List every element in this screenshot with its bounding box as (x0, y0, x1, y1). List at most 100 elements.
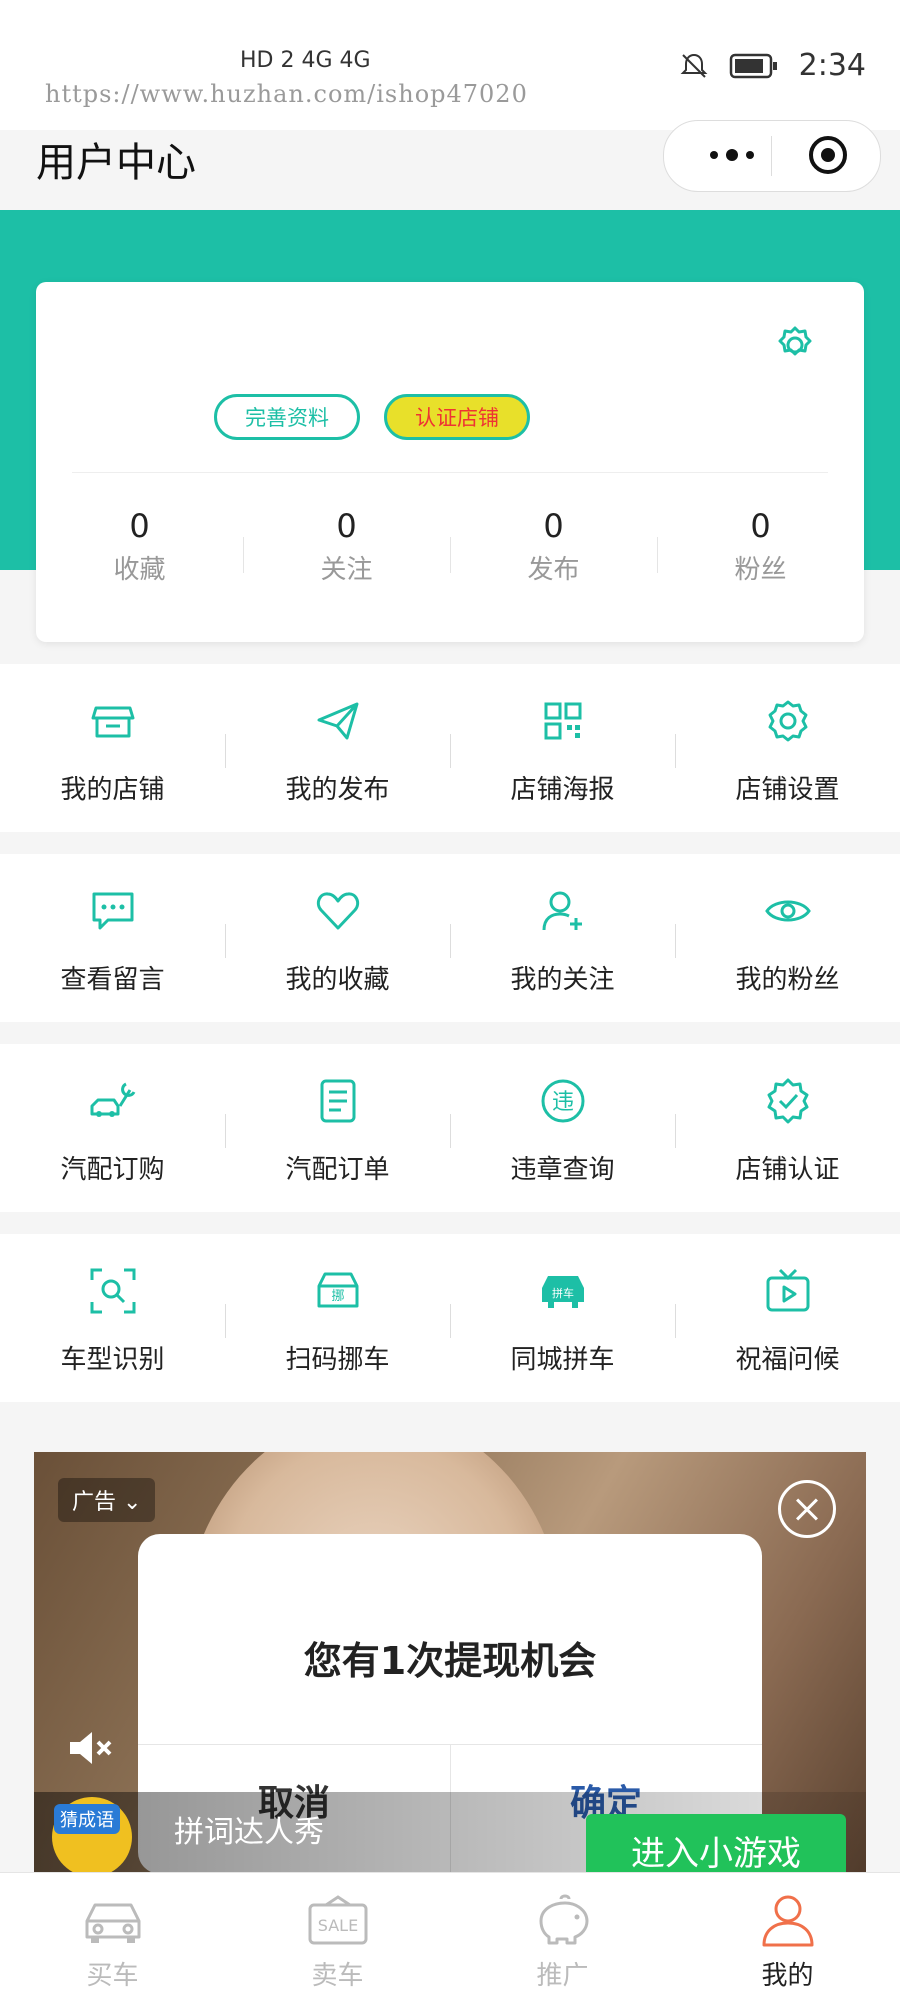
violation-icon: 违 (541, 1079, 584, 1123)
menu-my-fans[interactable]: 我的粉丝 (675, 854, 900, 1022)
stat-label: 粉丝 (734, 555, 787, 585)
tab-sell-car[interactable]: SALE 卖车 (225, 1873, 450, 2001)
tab-label: 买车 (86, 1961, 139, 1991)
watermark: https://www.huzhan.com/ishop47020 (45, 80, 528, 108)
bottom-tab-bar: 买车 SALE 卖车 推广 我的 (0, 1872, 900, 2001)
svg-text:违: 违 (551, 1090, 573, 1115)
car-repair-icon (90, 1082, 135, 1117)
menu-shop-poster[interactable]: 店铺海报 (450, 664, 675, 832)
stat-following[interactable]: 0 关注 (243, 507, 450, 586)
scan-search-icon (90, 1268, 135, 1314)
status-right: 2:34 (679, 48, 866, 83)
card-divider (72, 472, 828, 473)
menu-label: 汽配订单 (285, 1155, 390, 1185)
menu-parts-orders-list[interactable]: 汽配订单 (225, 1044, 450, 1212)
verify-shop-button[interactable]: 认证店铺 (384, 394, 530, 440)
settings-gear-icon[interactable] (772, 322, 818, 368)
mini-program-capsule (663, 120, 881, 192)
tab-label: 卖车 (311, 1961, 364, 1991)
menu-label: 我的关注 (510, 965, 615, 995)
close-mini-program-icon[interactable] (809, 136, 847, 174)
menu-shop-settings[interactable]: 店铺设置 (675, 664, 900, 832)
status-bar: HD 2 4G 4G 2:34 (0, 0, 900, 130)
menu-label: 汽配订购 (60, 1155, 165, 1185)
tab-promote[interactable]: 推广 (450, 1873, 675, 2001)
stat-value: 0 (129, 507, 150, 545)
menu-city-carpool[interactable]: 拼车 同城拼车 (450, 1234, 675, 1402)
mute-bell-icon (680, 53, 708, 78)
gear-icon (768, 700, 807, 742)
stat-value: 0 (336, 507, 357, 545)
stat-value: 0 (750, 507, 771, 545)
svg-text:挪: 挪 (331, 1289, 344, 1304)
verified-badge-icon (767, 1078, 808, 1124)
clock: 2:34 (798, 48, 866, 83)
menu-label: 扫码挪车 (285, 1345, 390, 1375)
stat-fans[interactable]: 0 粉丝 (657, 507, 864, 586)
ad-close-icon[interactable] (778, 1480, 836, 1538)
menu-label: 违章查询 (510, 1155, 615, 1185)
game-avatar-tag: 猜成语 (54, 1804, 120, 1834)
more-dot-icon (710, 151, 718, 159)
carpool-icon: 拼车 (541, 1276, 584, 1308)
move-car-icon: 挪 (317, 1272, 358, 1308)
menu-my-following[interactable]: 我的关注 (450, 854, 675, 1022)
tab-mine[interactable]: 我的 (675, 1873, 900, 2001)
ad-tag-label: 广告 (72, 1490, 117, 1515)
ad-banner[interactable]: 广告 ⌄ 您有1次提现机会 取消 确定 猜成语 拼词达人秀 进入小游戏 (34, 1452, 866, 1872)
user-plus-icon (542, 891, 582, 931)
mute-icon[interactable] (62, 1720, 118, 1776)
stat-label: 发布 (527, 555, 580, 585)
enter-game-button[interactable]: 进入小游戏 (586, 1814, 846, 1872)
menu-car-recognition[interactable]: 车型识别 (0, 1234, 225, 1402)
qrcode-icon (544, 702, 581, 740)
menu-row-1: 我的店铺 我的发布 店铺海报 店铺设置 (0, 664, 900, 832)
menu-label: 我的店铺 (60, 775, 165, 805)
stat-published[interactable]: 0 发布 (450, 507, 657, 586)
menu-greetings[interactable]: 祝福问候 (675, 1234, 900, 1402)
menu-my-favorites[interactable]: 我的收藏 (225, 854, 450, 1022)
page-title: 用户中心 (36, 140, 196, 186)
network-status: HD 2 4G 4G (240, 48, 371, 73)
menu-label: 车型识别 (60, 1345, 165, 1375)
video-tv-icon (766, 1268, 809, 1312)
store-icon (91, 706, 134, 738)
stat-label: 收藏 (113, 555, 166, 585)
menu-violation-query[interactable]: 违 违章查询 (450, 1044, 675, 1212)
svg-text:拼车: 拼车 (552, 1286, 574, 1300)
menu-scan-move-car[interactable]: 挪 扫码挪车 (225, 1234, 450, 1402)
send-icon (317, 702, 358, 740)
stats-row: 0 收藏 0 关注 0 发布 0 粉丝 (36, 507, 864, 586)
tab-label: 推广 (536, 1961, 589, 1991)
piggy-bank-icon (539, 1894, 588, 1945)
eye-icon (764, 900, 811, 922)
menu-row-3: 汽配订购 汽配订单 违 违章查询 店铺认证 (0, 1044, 900, 1212)
menu-view-messages[interactable]: 查看留言 (0, 854, 225, 1022)
svg-text:SALE: SALE (317, 1916, 357, 1935)
stat-favorites[interactable]: 0 收藏 (36, 507, 243, 586)
dialog-title: 您有1次提现机会 (303, 1639, 597, 1683)
menu-parts-order[interactable]: 汽配订购 (0, 1044, 225, 1212)
heart-icon (316, 892, 359, 930)
menu-label: 店铺设置 (735, 775, 840, 805)
capsule-divider (771, 136, 772, 176)
menu-label: 店铺海报 (510, 775, 615, 805)
game-name: 拼词达人秀 (174, 1815, 324, 1850)
stat-label: 关注 (320, 555, 373, 585)
complete-profile-button[interactable]: 完善资料 (214, 394, 360, 440)
stat-value: 0 (543, 507, 564, 545)
profile-card: 完善资料 认证店铺 0 收藏 0 关注 0 发布 0 粉丝 (36, 282, 864, 642)
document-icon (320, 1079, 355, 1123)
menu-label: 同城拼车 (510, 1345, 615, 1375)
more-dot-icon (726, 149, 738, 161)
ad-tag[interactable]: 广告 ⌄ (58, 1478, 156, 1522)
more-menu-button[interactable] (692, 135, 772, 175)
menu-my-shop[interactable]: 我的店铺 (0, 664, 225, 832)
menu-label: 店铺认证 (735, 1155, 840, 1185)
menu-shop-verify[interactable]: 店铺认证 (675, 1044, 900, 1212)
menu-my-posts[interactable]: 我的发布 (225, 664, 450, 832)
message-icon (92, 892, 133, 930)
menu-label: 查看留言 (60, 965, 165, 995)
menu-label: 我的发布 (285, 775, 390, 805)
tab-buy-car[interactable]: 买车 (0, 1873, 225, 2001)
